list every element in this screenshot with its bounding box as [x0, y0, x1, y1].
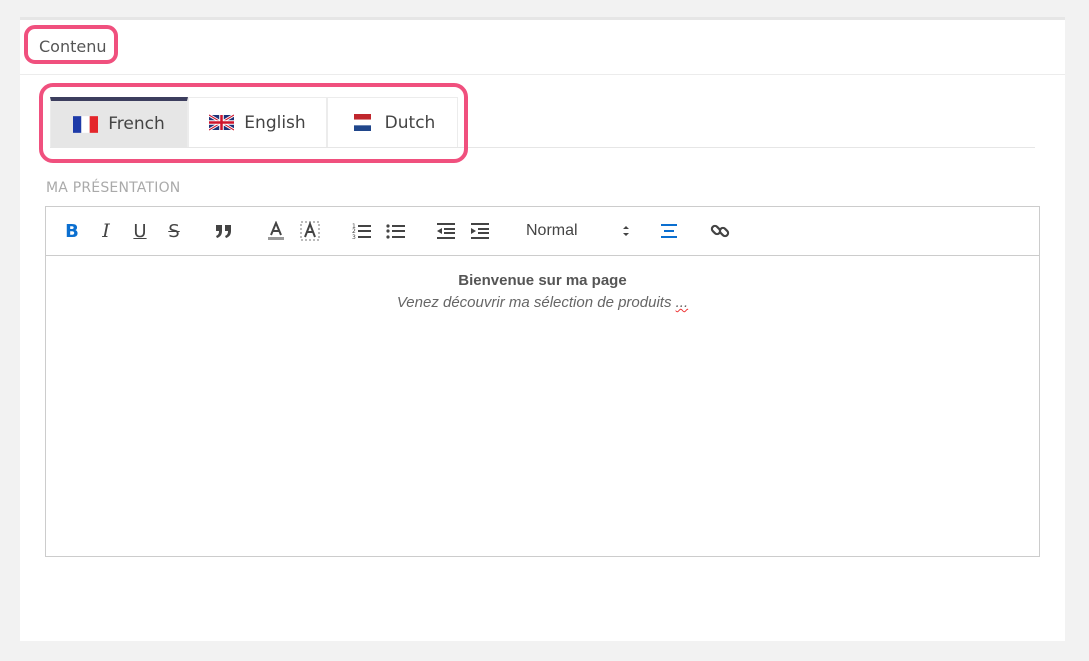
italic-button[interactable]: I [94, 219, 118, 243]
section-label: MA PRÉSENTATION [46, 180, 181, 196]
bold-icon: B [65, 220, 79, 242]
text-color-button[interactable] [264, 219, 288, 243]
editor-content[interactable]: Bienvenue sur ma page Venez découvrir ma… [46, 256, 1039, 556]
strike-icon: S [168, 220, 180, 242]
editor-heading-line: Bienvenue sur ma page [458, 272, 627, 289]
link-icon [710, 224, 730, 238]
underline-button[interactable]: U [128, 219, 152, 243]
indent-icon [471, 223, 489, 239]
quote-icon [216, 225, 231, 238]
format-select[interactable]: Normal [526, 219, 631, 243]
ordered-list-icon: 1 2 3 [352, 223, 371, 240]
underline-icon: U [133, 220, 147, 242]
editor-text: Venez découvrir ma sélection de produits [396, 294, 672, 311]
content-panel: Contenu French English Dutch MA PRÉSENTA… [20, 17, 1065, 641]
highlight-box-tabs [39, 83, 468, 163]
indent-button[interactable] [468, 219, 492, 243]
align-center-button[interactable] [657, 219, 681, 243]
up-down-arrows-icon [623, 226, 629, 236]
rich-text-editor: B I U S 1 2 3 Normal Bienvenue sur ma pa… [45, 206, 1040, 557]
svg-text:3: 3 [352, 234, 356, 240]
bullet-list-icon [386, 224, 405, 239]
blockquote-button[interactable] [212, 219, 236, 243]
format-select-value: Normal [526, 222, 578, 239]
ordered-list-button[interactable]: 1 2 3 [350, 219, 374, 243]
outdent-button[interactable] [434, 219, 458, 243]
outdent-icon [437, 223, 455, 239]
align-center-icon [661, 224, 677, 238]
text-color-icon [268, 221, 284, 240]
bullet-list-button[interactable] [384, 219, 408, 243]
highlight-box-title [24, 25, 118, 64]
editor-toolbar: B I U S 1 2 3 Normal [46, 207, 1039, 256]
editor-text-line: Venez découvrir ma sélection de produits… [46, 294, 1039, 311]
italic-icon: I [102, 220, 110, 242]
highlight-color-icon [300, 221, 320, 241]
bold-button[interactable]: B [60, 219, 84, 243]
link-button[interactable] [708, 219, 732, 243]
strike-button[interactable]: S [162, 219, 186, 243]
spellcheck-ellipsis: ... [675, 294, 689, 311]
panel-header: Contenu [20, 20, 1065, 75]
background-color-button[interactable] [298, 219, 322, 243]
